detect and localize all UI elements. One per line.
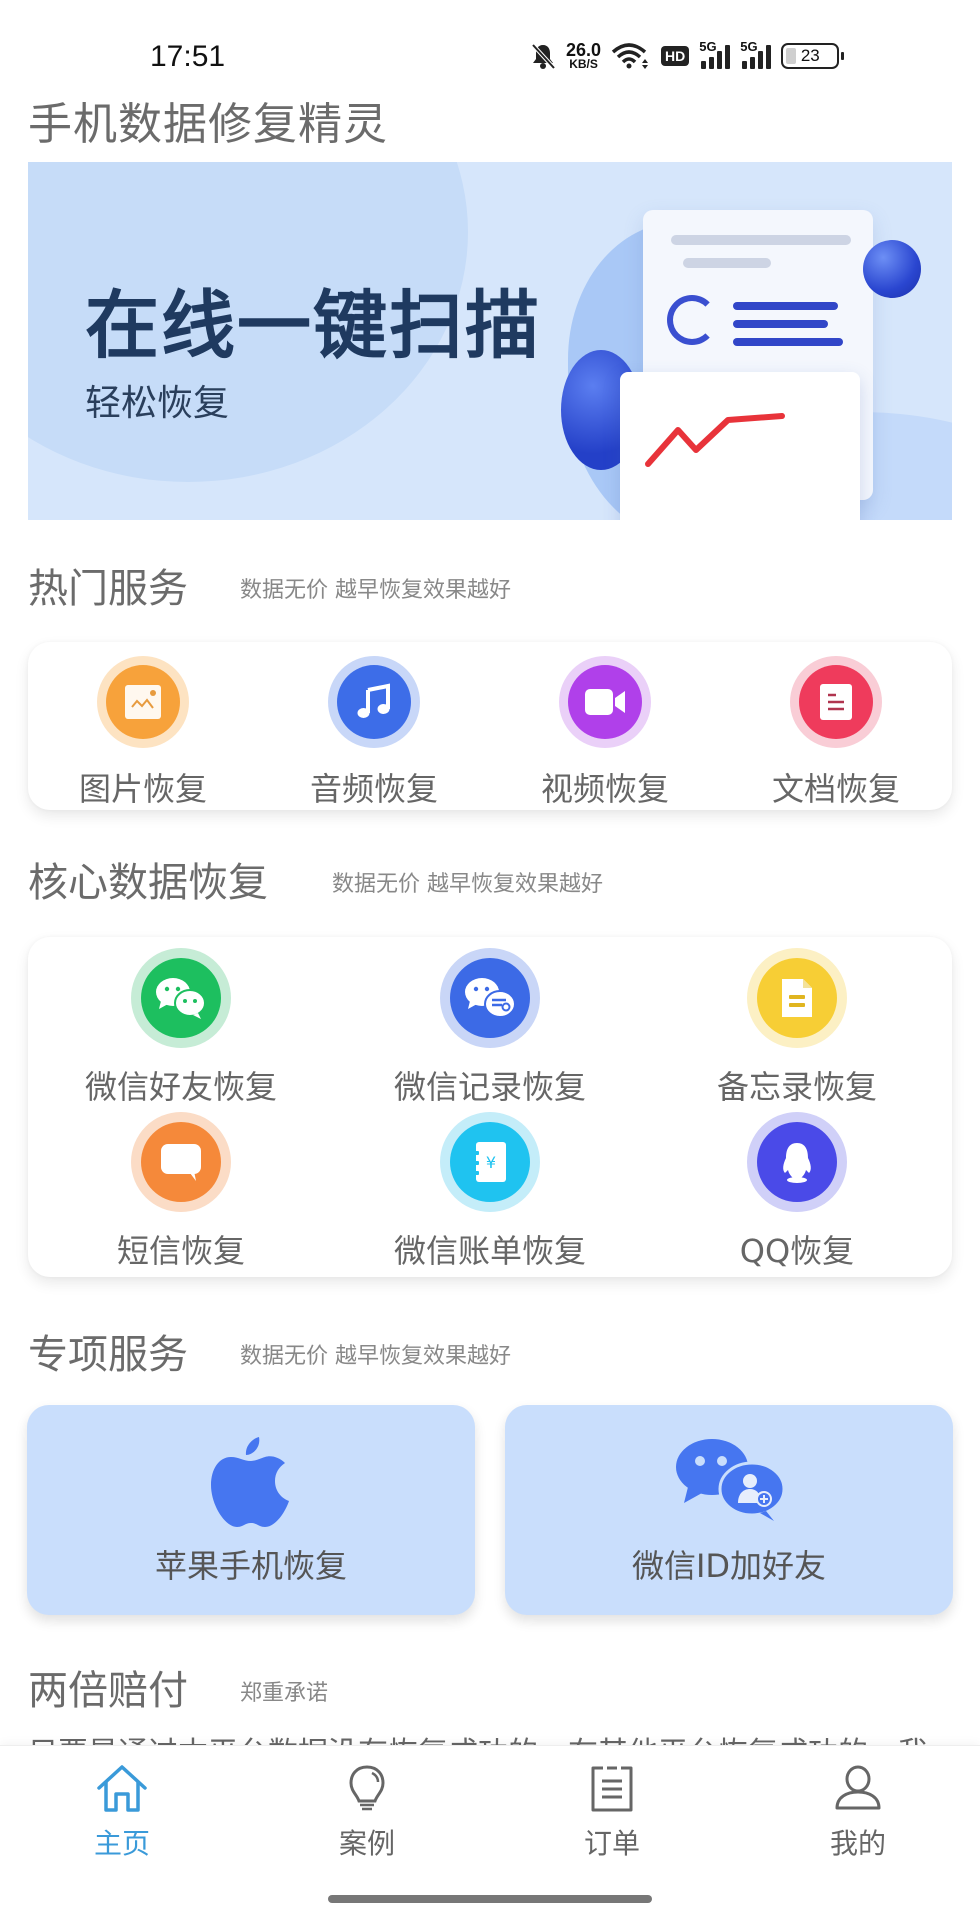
hot-services-card: 图片恢复 音频恢复 视频恢复 文档恢复 bbox=[28, 642, 952, 810]
service-document-recovery[interactable]: 文档恢复 bbox=[736, 656, 936, 810]
svg-text:¥: ¥ bbox=[486, 1153, 496, 1172]
signal-strength-sim1: 5G bbox=[699, 39, 731, 69]
home-indicator[interactable] bbox=[328, 1895, 652, 1903]
nav-label: 案例 bbox=[338, 1827, 395, 1860]
banner-decoration bbox=[863, 240, 921, 298]
status-time: 17:51 bbox=[150, 40, 226, 73]
service-label: 短信恢复 bbox=[116, 1232, 245, 1270]
wechat-chat-record-icon bbox=[465, 978, 516, 1018]
service-label: 备忘录恢复 bbox=[716, 1068, 877, 1106]
service-label: 微信记录恢复 bbox=[393, 1068, 586, 1106]
wifi-icon bbox=[611, 43, 649, 69]
hot-services-title: 热门服务 bbox=[28, 566, 188, 612]
video-camera-icon bbox=[585, 689, 625, 715]
battery-level: 23 bbox=[800, 46, 820, 65]
nav-tab-orders[interactable]: 订单 bbox=[537, 1764, 687, 1862]
hd-voice-badge: HD bbox=[661, 46, 690, 66]
qq-penguin-icon bbox=[783, 1143, 811, 1183]
service-sms-recovery[interactable]: 短信恢复 bbox=[81, 1112, 281, 1272]
home-icon bbox=[97, 1765, 147, 1812]
banner-headline: 在线一键扫描 bbox=[85, 283, 541, 369]
service-label: 微信账单恢复 bbox=[393, 1232, 586, 1270]
nav-tab-home[interactable]: 主页 bbox=[47, 1764, 197, 1862]
signal-strength-sim2: 5G bbox=[740, 39, 772, 69]
service-wechat-bill-recovery[interactable]: ¥ 微信账单恢复 bbox=[390, 1112, 590, 1272]
nav-tab-cases[interactable]: 案例 bbox=[292, 1764, 442, 1862]
status-icons: 26.0 KB/S HD 5G 5G 23 bbox=[530, 38, 845, 74]
special-services-title: 专项服务 bbox=[28, 1332, 188, 1378]
music-note-icon bbox=[357, 683, 390, 718]
order-list-icon bbox=[591, 1766, 633, 1812]
bill-icon: ¥ bbox=[473, 1142, 506, 1182]
document-icon bbox=[820, 684, 852, 720]
service-label: QQ恢复 bbox=[739, 1232, 855, 1270]
image-icon bbox=[125, 685, 161, 719]
wechat-id-add-friend-button[interactable]: 微信ID加好友 bbox=[505, 1405, 953, 1615]
guarantee-subtitle: 郑重承诺 bbox=[240, 1681, 329, 1706]
nav-label: 订单 bbox=[583, 1827, 640, 1860]
user-profile-icon bbox=[835, 1765, 881, 1810]
special-service-label: 微信ID加好友 bbox=[631, 1547, 827, 1585]
wechat-add-friend-icon bbox=[676, 1439, 786, 1521]
trend-chart-illustration bbox=[620, 372, 860, 520]
core-recovery-subtitle: 数据无价 越早恢复效果越好 bbox=[332, 872, 603, 897]
promo-banner[interactable]: 在线一键扫描 轻松恢复 bbox=[28, 162, 952, 520]
bottom-navigation: 主页 案例 订单 我的 bbox=[0, 1745, 980, 1920]
banner-subtitle: 轻松恢复 bbox=[85, 383, 230, 424]
bell-muted-icon bbox=[531, 43, 556, 70]
nav-tab-profile[interactable]: 我的 bbox=[783, 1764, 933, 1862]
service-label: 微信好友恢复 bbox=[84, 1068, 277, 1106]
service-label: 图片恢复 bbox=[78, 770, 207, 808]
core-recovery-card: 微信好友恢复 微信记录恢复 备忘录恢复 短信恢复 ¥ 微信账单恢复 QQ恢复 bbox=[28, 937, 952, 1277]
apple-phone-recovery-button[interactable]: 苹果手机恢复 bbox=[27, 1405, 475, 1615]
service-audio-recovery[interactable]: 音频恢复 bbox=[274, 656, 474, 810]
sms-icon bbox=[161, 1144, 201, 1181]
nav-label: 主页 bbox=[93, 1827, 150, 1860]
battery-indicator: 23 bbox=[781, 43, 845, 69]
service-wechat-records-recovery[interactable]: 微信记录恢复 bbox=[390, 948, 590, 1108]
network-speed: 26.0 KB/S bbox=[566, 41, 601, 71]
service-wechat-friends-recovery[interactable]: 微信好友恢复 bbox=[81, 948, 281, 1108]
wechat-icon bbox=[156, 978, 206, 1019]
nav-label: 我的 bbox=[829, 1827, 886, 1860]
service-video-recovery[interactable]: 视频恢复 bbox=[505, 656, 705, 810]
service-memo-recovery[interactable]: 备忘录恢复 bbox=[697, 948, 897, 1108]
special-services-subtitle: 数据无价 越早恢复效果越好 bbox=[240, 1344, 511, 1369]
service-label: 视频恢复 bbox=[540, 770, 669, 808]
core-recovery-title: 核心数据恢复 bbox=[28, 860, 268, 906]
memo-icon bbox=[782, 979, 812, 1017]
signal-type-label: 5G bbox=[699, 39, 717, 54]
service-label: 文档恢复 bbox=[771, 770, 900, 808]
app-title: 手机数据修复精灵 bbox=[28, 99, 388, 150]
network-speed-unit: KB/S bbox=[569, 56, 598, 71]
guarantee-title: 两倍赔付 bbox=[28, 1668, 188, 1714]
service-qq-recovery[interactable]: QQ恢复 bbox=[697, 1112, 897, 1272]
lightbulb-icon bbox=[349, 1765, 385, 1811]
hot-services-subtitle: 数据无价 越早恢复效果越好 bbox=[240, 578, 511, 603]
service-photo-recovery[interactable]: 图片恢复 bbox=[43, 656, 243, 810]
signal-type-label: 5G bbox=[740, 39, 758, 54]
special-service-label: 苹果手机恢复 bbox=[154, 1547, 347, 1585]
apple-icon bbox=[211, 1437, 289, 1527]
service-label: 音频恢复 bbox=[309, 770, 438, 808]
trend-line-icon bbox=[645, 413, 785, 467]
